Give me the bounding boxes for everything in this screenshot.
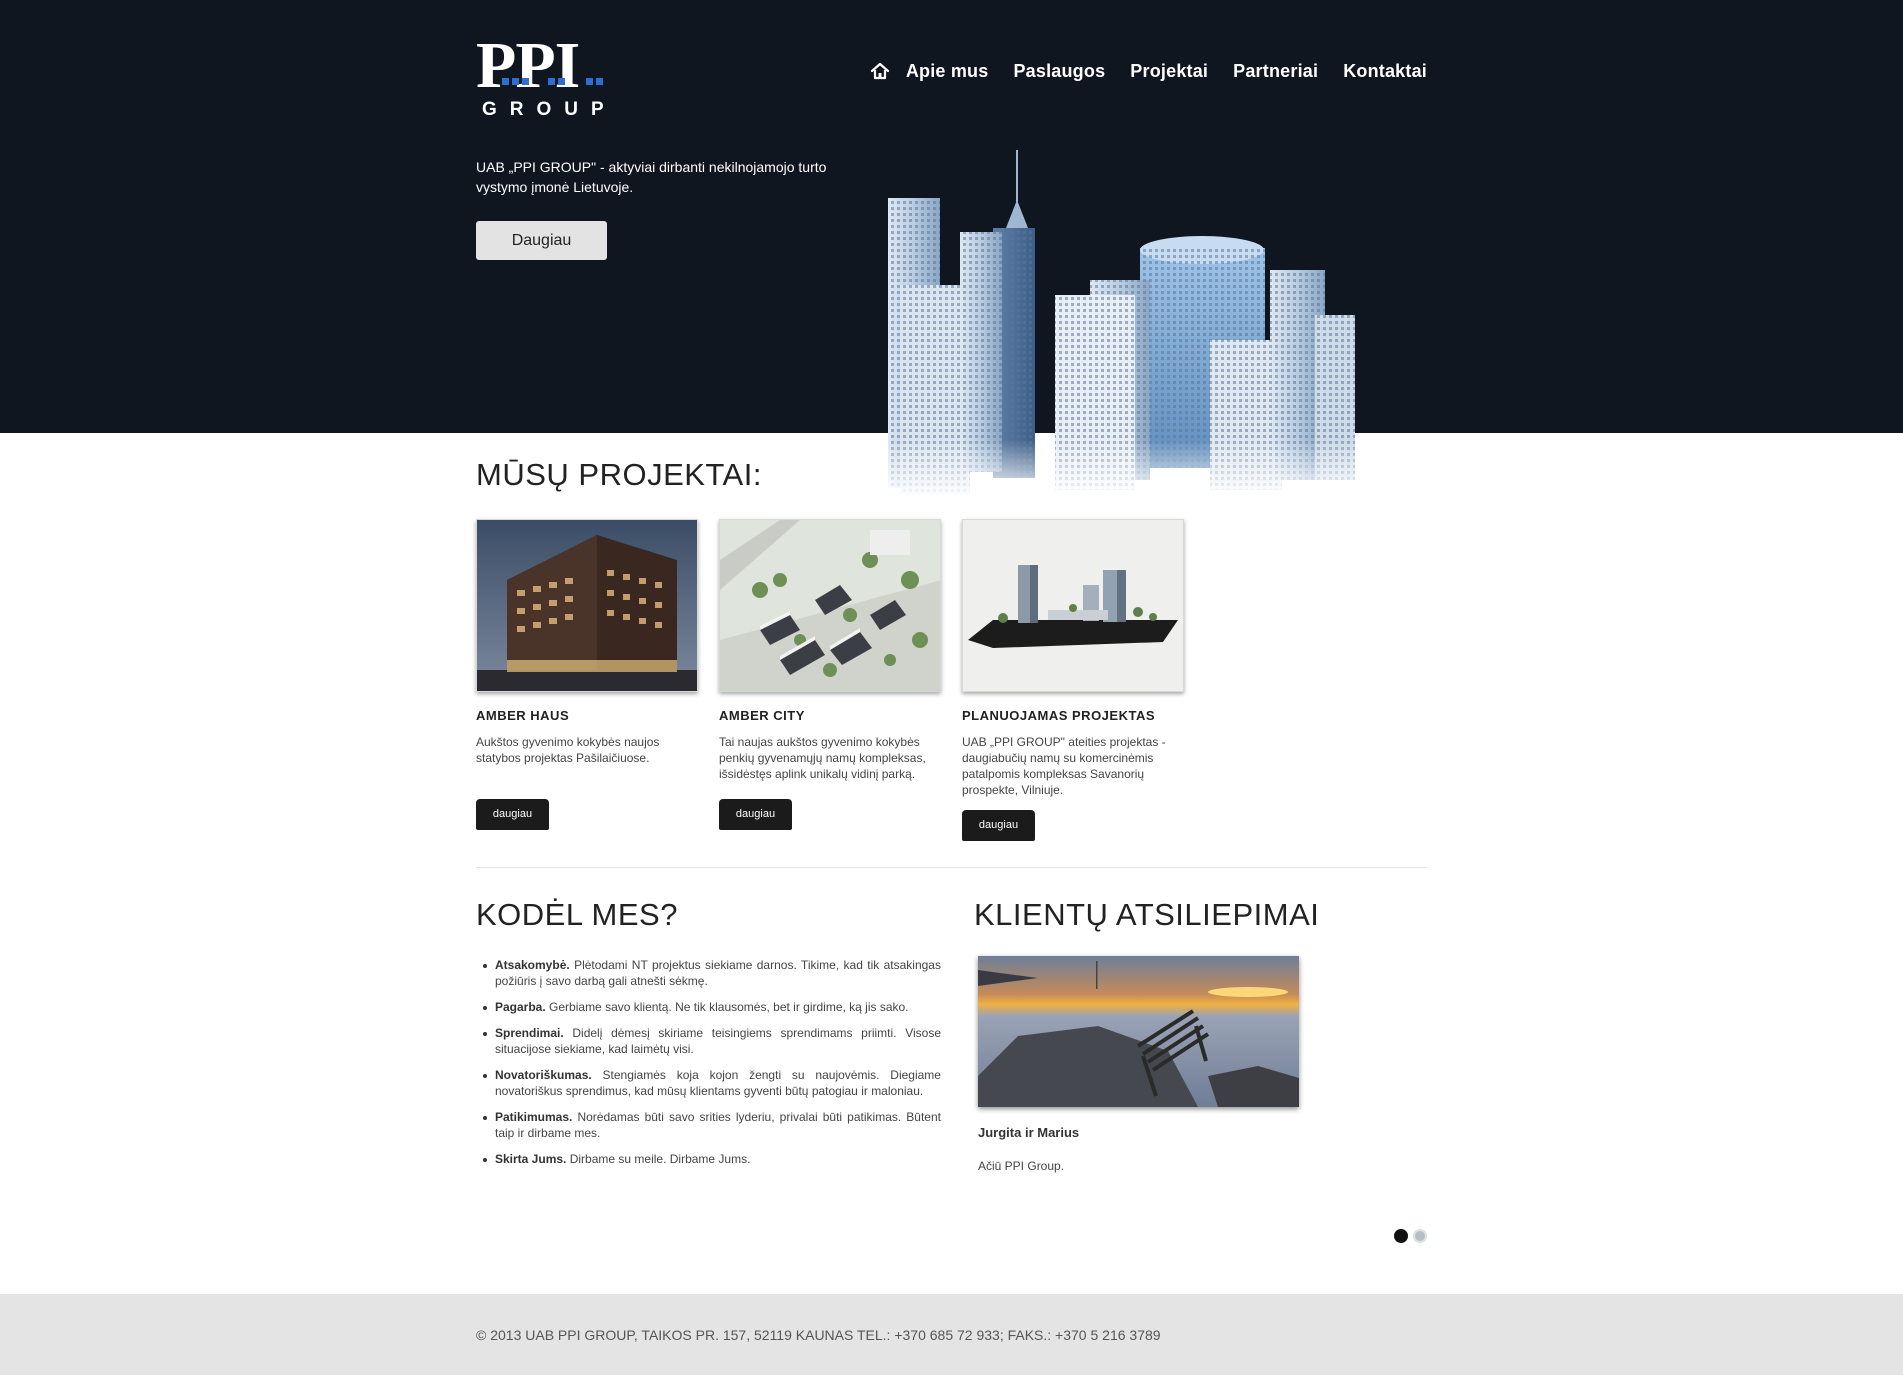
list-item-term: Pagarba. [495, 1000, 546, 1014]
why-us-list: Atsakomybė. Plėtodami NT projektus sieki… [476, 957, 941, 1177]
section-divider [476, 867, 1427, 868]
nav-item-kontaktai[interactable]: Kontaktai [1343, 61, 1427, 82]
list-item-term: Novatoriškumas. [495, 1068, 592, 1082]
list-item: Sprendimai. Didelį dėmesį skiriame teisi… [476, 1025, 941, 1057]
city-skyline-image [860, 150, 1420, 500]
project-card-amber-haus: AMBER HAUS Aukštos gyvenimo kokybės nauj… [476, 519, 698, 830]
list-item-text: Dirbame su meile. Dirbame Jums. [569, 1152, 751, 1166]
logo-wordmark: PPI [476, 29, 580, 102]
home-icon[interactable] [870, 61, 890, 81]
main-nav: Apie mus Paslaugos Projektai Partneriai … [870, 58, 1427, 84]
testimonial-photo [978, 956, 1299, 1107]
nav-item-apie-mus[interactable]: Apie mus [906, 61, 989, 82]
list-item-term: Patikimumas. [495, 1110, 573, 1124]
footer: © 2013 UAB PPI GROUP, TAIKOS PR. 157, 52… [0, 1294, 1903, 1375]
project-more-button[interactable]: daugiau [962, 810, 1035, 841]
pager-dot-1[interactable] [1394, 1229, 1408, 1243]
nav-item-projektai[interactable]: Projektai [1130, 61, 1208, 82]
ppi-group-logo[interactable]: PPI GROUP [476, 29, 626, 121]
list-item: Patikimumas. Norėdamas būti savo srities… [476, 1109, 941, 1141]
project-card-planuojamas: PLANUOJAMAS PROJEKTAS UAB „PPI GROUP" at… [962, 519, 1184, 841]
testimonial-pager [1394, 1229, 1432, 1243]
list-item: Pagarba. Gerbiame savo klientą. Ne tik k… [476, 999, 941, 1015]
list-item-term: Atsakomybė. [495, 958, 570, 972]
logo-subtitle: GROUP [482, 99, 617, 120]
footer-contact-text: © 2013 UAB PPI GROUP, TAIKOS PR. 157, 52… [476, 1327, 1161, 1343]
projects-title: MŪSŲ PROJEKTAI: [476, 457, 762, 492]
testimonial-text: Ačiū PPI Group. [978, 1159, 1065, 1173]
project-image-amber-haus[interactable] [476, 519, 698, 692]
intro-text: UAB „PPI GROUP" - aktyviai dirbanti neki… [476, 159, 827, 195]
pager-dot-2[interactable] [1413, 1229, 1427, 1243]
logo-dots [490, 78, 610, 86]
testimonial-author: Jurgita ir Marius [978, 1125, 1080, 1140]
list-item-term: Sprendimai. [495, 1026, 564, 1040]
list-item: Skirta Jums. Dirbame su meile. Dirbame J… [476, 1151, 941, 1167]
list-item-term: Skirta Jums. [495, 1152, 567, 1166]
project-description: UAB „PPI GROUP" ateities projektas - dau… [962, 735, 1166, 797]
project-card-amber-city: AMBER CITY Tai naujas aukštos gyvenimo k… [719, 519, 941, 830]
project-more-button[interactable]: daugiau [476, 799, 549, 830]
project-description: Aukštos gyvenimo kokybės naujos statybos… [476, 735, 660, 765]
project-title: AMBER CITY [719, 708, 805, 723]
list-item: Novatoriškumas. Stengiamės koja kojon že… [476, 1067, 941, 1099]
list-item: Atsakomybė. Plėtodami NT projektus sieki… [476, 957, 941, 989]
project-title: PLANUOJAMAS PROJEKTAS [962, 708, 1156, 723]
project-image-planuojamas[interactable] [962, 519, 1184, 692]
nav-item-paslaugos[interactable]: Paslaugos [1013, 61, 1105, 82]
project-description: Tai naujas aukštos gyvenimo kokybės penk… [719, 735, 926, 781]
more-button[interactable]: Daugiau [476, 221, 607, 260]
testimonials-title: KLIENTŲ ATSILIEPIMAI [974, 897, 1320, 932]
list-item-text: Gerbiame savo klientą. Ne tik klausomės,… [549, 1000, 909, 1014]
nav-item-partneriai[interactable]: Partneriai [1233, 61, 1318, 82]
project-more-button[interactable]: daugiau [719, 799, 792, 830]
project-title: AMBER HAUS [476, 708, 570, 723]
project-image-amber-city[interactable] [719, 519, 941, 692]
why-us-title: KODĖL MES? [476, 897, 678, 932]
